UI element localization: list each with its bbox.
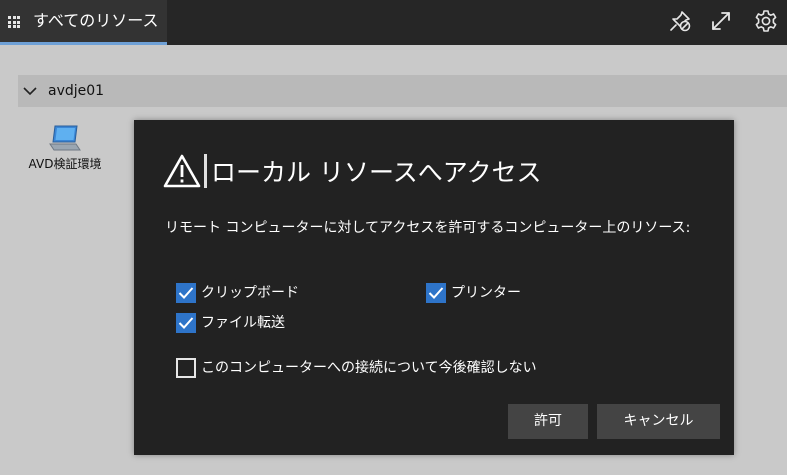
local-resource-access-dialog: ローカル リソースへアクセス リモート コンピューターに対してアクセスを許可する… [134, 120, 734, 455]
dont-ask-again-label: このコンピューターへの接続について今後確認しない [201, 360, 537, 376]
tab-label: すべてのリソース [33, 11, 159, 30]
allow-button[interactable]: 許可 [508, 404, 588, 439]
resource-label: AVD検証環境 [28, 157, 102, 171]
resource-tile-avd[interactable]: AVD検証環境 [22, 118, 108, 182]
checkbox-unchecked-icon[interactable] [176, 358, 196, 378]
cancel-button[interactable]: キャンセル [597, 404, 720, 439]
file-transfer-label: ファイル転送 [201, 315, 285, 331]
app-grid-icon[interactable] [8, 16, 20, 28]
gear-icon[interactable] [753, 8, 779, 34]
top-bar: すべてのリソース [0, 0, 787, 45]
expand-icon[interactable] [708, 8, 734, 34]
group-name: avdje01 [48, 83, 105, 99]
chevron-down-icon[interactable] [23, 84, 37, 98]
dialog-description: リモート コンピューターに対してアクセスを許可するコンピューター上のリソース: [165, 220, 691, 236]
text-caret [204, 154, 207, 188]
all-resources-tab[interactable]: すべてのリソース [0, 0, 167, 45]
clipboard-label: クリップボード [201, 285, 299, 301]
dialog-title: ローカル リソースへアクセス [211, 158, 542, 187]
checkbox-checked-icon[interactable] [176, 313, 196, 333]
computer-icon [49, 125, 81, 151]
warning-icon [163, 154, 201, 188]
checkbox-checked-icon[interactable] [176, 283, 196, 303]
printer-label: プリンター [451, 285, 521, 301]
checkbox-checked-icon[interactable] [426, 283, 446, 303]
unpin-icon[interactable] [667, 8, 693, 34]
group-header[interactable]: avdje01 [18, 75, 787, 107]
